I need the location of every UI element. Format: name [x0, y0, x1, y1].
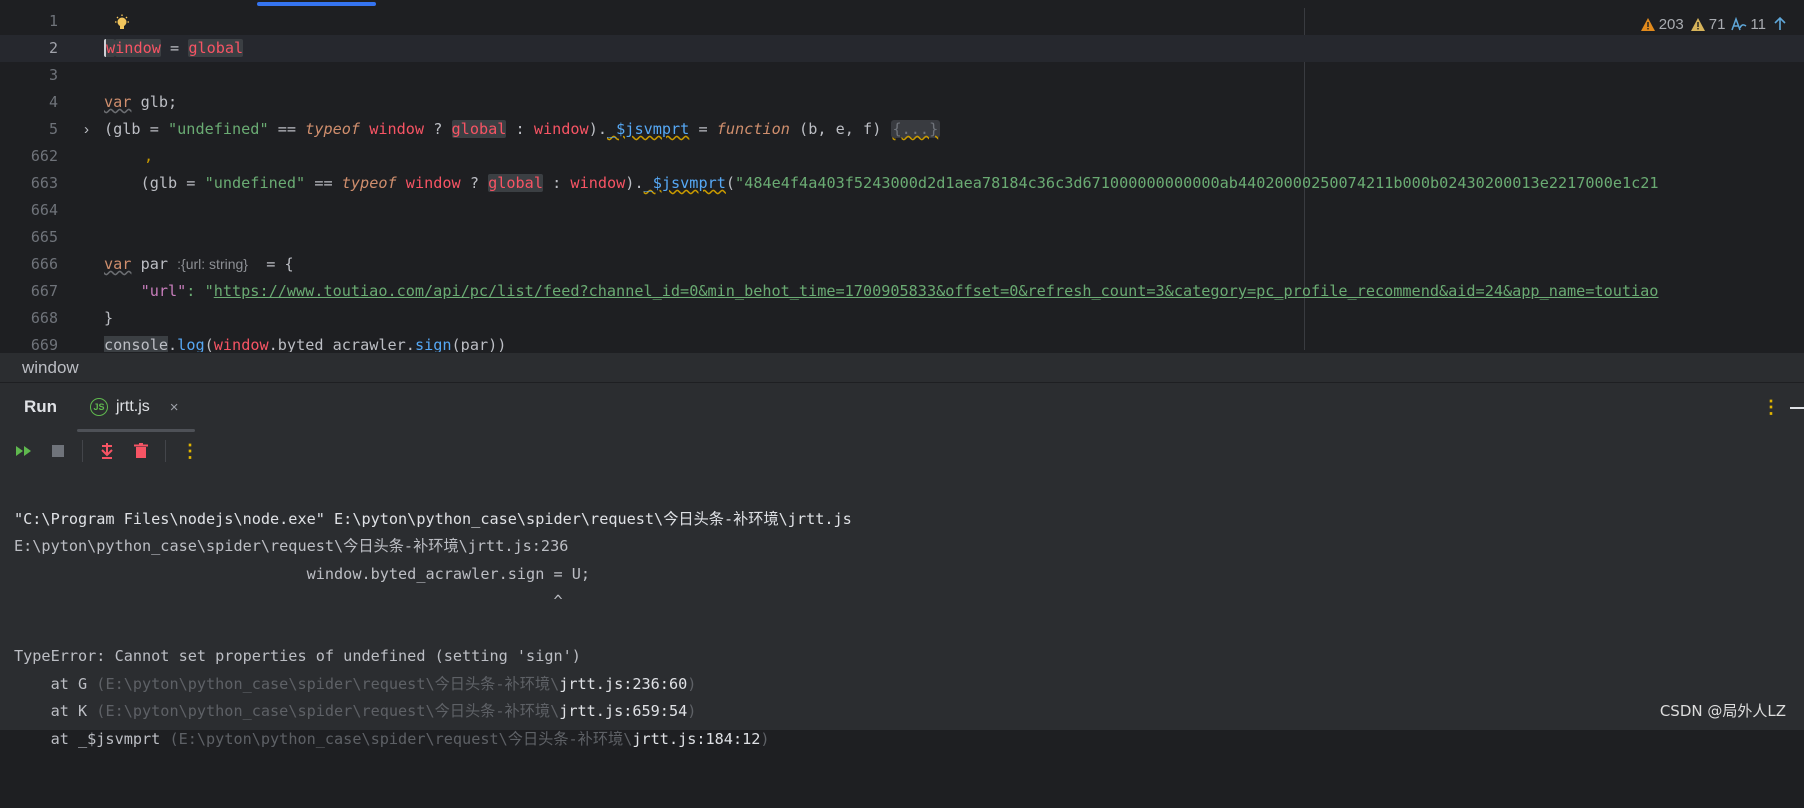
- console-line: ^: [14, 592, 563, 610]
- code-line[interactable]: 666 var par :{url: string} = {: [0, 251, 1804, 278]
- run-tab-label: jrtt.js: [116, 398, 150, 415]
- stack-frame[interactable]: at K (E:\pyton\python_case\spider\reques…: [14, 698, 1804, 726]
- line-number: 666: [30, 255, 58, 273]
- line-number: 665: [30, 228, 58, 246]
- code-line[interactable]: 3: [0, 62, 1804, 89]
- stop-icon[interactable]: [48, 441, 68, 461]
- line-number: 3: [48, 66, 58, 84]
- code-text: var par :{url: string} = {: [104, 255, 294, 273]
- line-number: 669: [30, 336, 58, 352]
- code-text: "url": "https://www.toutiao.com/api/pc/l…: [140, 282, 1659, 300]
- type-hint: :{url: string}: [177, 256, 248, 272]
- line-number: 667: [30, 282, 58, 300]
- code-line[interactable]: 1: [0, 8, 1804, 35]
- code-text: (glb = "undefined" == typeof window ? gl…: [104, 120, 941, 138]
- folded-region[interactable]: {...}: [890, 120, 941, 138]
- code-text: window = global: [104, 39, 244, 57]
- stack-frame-link: jrtt.js:184:12: [632, 729, 761, 748]
- code-text: }: [104, 309, 114, 327]
- toolbar-divider: [165, 440, 166, 462]
- chevron-right-icon[interactable]: ›: [84, 116, 98, 143]
- stack-frame-link: jrtt.js:659:54: [559, 702, 688, 720]
- stack-frame[interactable]: at G (E:\pyton\python_case\spider\reques…: [14, 671, 1804, 699]
- code-line[interactable]: 667 "url": "https://www.toutiao.com/api/…: [0, 278, 1804, 305]
- line-number: 663: [30, 174, 58, 192]
- code-line[interactable]: 669 console.log(window.byted_acrawler.si…: [0, 332, 1804, 352]
- more-options-icon[interactable]: ⋮: [180, 441, 200, 461]
- code-editor[interactable]: 203 71 11 1 2 window = global 3 4 var gl…: [0, 0, 1804, 352]
- code-line[interactable]: 5 › (glb = "undefined" == typeof window …: [0, 116, 1804, 143]
- run-header: Run JS jrtt.js × ⋮: [0, 383, 1804, 432]
- code-text: ,: [144, 147, 154, 165]
- run-tool-window: Run JS jrtt.js × ⋮ ⋮ "C:\Program Files\n…: [0, 383, 1804, 748]
- scroll-to-end-icon[interactable]: [97, 441, 117, 461]
- close-icon[interactable]: ×: [170, 399, 179, 416]
- code-line[interactable]: 668 }: [0, 305, 1804, 332]
- code-line[interactable]: 663 (glb = "undefined" == typeof window …: [0, 170, 1804, 197]
- line-number: 662: [30, 147, 58, 165]
- line-number: 1: [48, 12, 58, 30]
- code-line[interactable]: 2 window = global: [0, 35, 1804, 62]
- line-number: 4: [48, 93, 58, 111]
- url-link[interactable]: https://www.toutiao.com/api/pc/list/feed…: [214, 282, 1659, 300]
- console-line: window.byted_acrawler.sign = U;: [14, 564, 591, 583]
- line-number: 664: [30, 201, 58, 219]
- code-text: var glb;: [104, 93, 178, 111]
- nodejs-icon: JS: [90, 398, 108, 416]
- line-number: 668: [30, 309, 58, 327]
- breadcrumb[interactable]: window: [0, 352, 1804, 382]
- console-line: E:\pyton\python_case\spider\request\今日头条…: [14, 537, 569, 555]
- console-output[interactable]: "C:\Program Files\nodejs\node.exe" E:\py…: [14, 478, 1804, 808]
- code-text: console.log(window.byted_acrawler.sign(p…: [104, 336, 507, 352]
- code-line[interactable]: 662 ,: [0, 143, 1804, 170]
- line-number: 5: [48, 120, 58, 138]
- stack-frame-link: jrtt.js:236:60: [559, 674, 688, 693]
- code-line[interactable]: 665: [0, 224, 1804, 251]
- console-command-line: "C:\Program Files\nodejs\node.exe" E:\py…: [14, 509, 852, 528]
- more-options-icon[interactable]: ⋮: [1762, 397, 1780, 418]
- editor-tab-indicator: [257, 2, 376, 6]
- line-number: 2: [48, 39, 58, 57]
- code-line[interactable]: 664: [0, 197, 1804, 224]
- code-line[interactable]: 4 var glb;: [0, 89, 1804, 116]
- console-error-line: TypeError: Cannot set properties of unde…: [14, 647, 581, 665]
- toolbar-divider: [82, 440, 83, 462]
- code-text: (glb = "undefined" == typeof window ? gl…: [104, 174, 1659, 192]
- run-title: Run: [24, 397, 58, 416]
- run-toolbar: ⋮: [0, 432, 1804, 470]
- rerun-icon[interactable]: [14, 441, 34, 461]
- minimize-icon[interactable]: [1790, 407, 1804, 409]
- clear-all-trash-icon[interactable]: [131, 441, 151, 461]
- watermark: CSDN @局外人LZ: [1659, 702, 1786, 720]
- run-tab-jrtt[interactable]: JS jrtt.js ×: [90, 393, 179, 421]
